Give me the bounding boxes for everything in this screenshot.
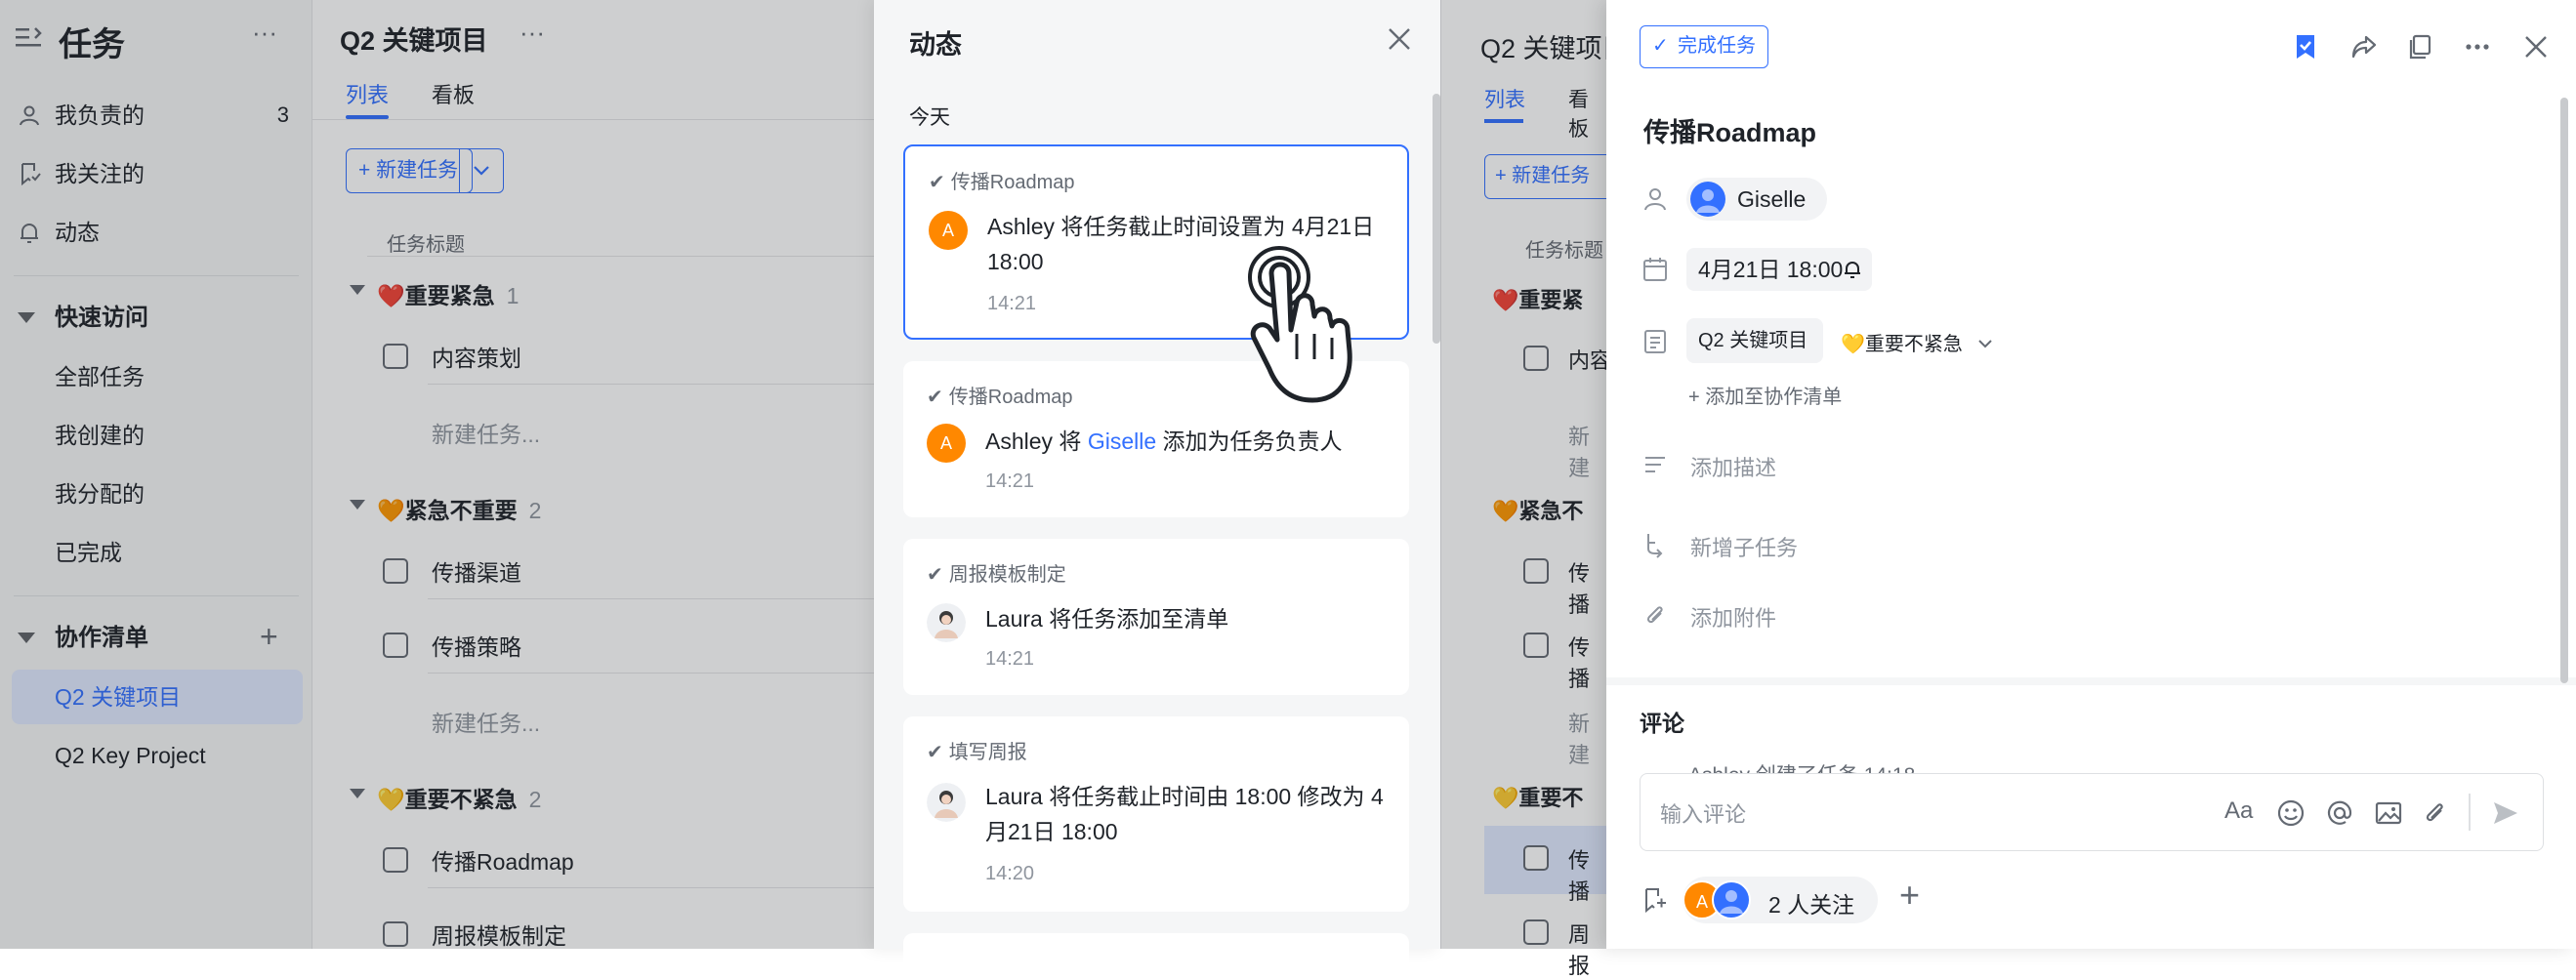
scrollbar[interactable] [1433,94,1440,344]
activity-task-name[interactable]: ✔ 周报模板制定 [927,558,1066,587]
close-icon[interactable] [2520,31,2552,62]
message-text: Ashley 将 [985,429,1088,454]
bell-icon [1845,262,1860,278]
section-dropdown[interactable]: 💛重要不紧急 [1841,328,1993,356]
followers-chip[interactable]: A 2 人关注 [1683,877,1878,923]
emoji-icon[interactable] [2275,797,2306,829]
avatar: A [927,424,966,463]
more-icon[interactable] [2462,31,2493,62]
comment-input[interactable]: 输入评论 Aa [1640,773,2544,851]
task-link: 周报模板制定 [948,564,1066,586]
subtask-icon [1647,534,1663,558]
follow-bookmark-icon[interactable] [2290,31,2321,62]
avatar [927,783,966,822]
panel-title: 动态 [909,30,962,60]
avatar [1712,880,1751,919]
list-chip[interactable]: Q2 关键项目 [1686,318,1823,363]
divider [1606,677,2576,685]
mention-icon[interactable] [2324,797,2355,829]
activity-message: Laura 将任务截止时间由 18:00 修改为 4月21日 18:00 [985,784,1384,844]
user-mention[interactable]: Giselle [1088,429,1156,454]
follower-count: 2 人关注 [1768,892,1855,918]
modal-overlay[interactable] [1440,0,1606,949]
timestamp: 14:21 [985,648,1035,670]
complete-task-button[interactable]: ✓ 完成任务 [1640,25,1768,68]
activity-task-name[interactable]: ✔ 填写周报 [927,736,1027,764]
person-icon [1644,188,1666,211]
activity-panel: 动态 今天 ✔ 传播Roadmap A Ashley 将任务截止时间设置为 4月2… [874,0,1440,972]
task-link: 传播Roadmap [950,172,1075,193]
due-date-chip[interactable]: 4月21日 18:00 [1686,248,1872,291]
check-icon: ✔ [927,387,943,408]
activity-message: Laura 将任务添加至清单 [985,606,1229,632]
divider [2469,794,2471,831]
paperclip-icon [1646,606,1663,624]
date-header: 今天 [909,106,950,129]
paperclip-icon[interactable] [2420,797,2451,829]
check-icon: ✔ [929,172,945,193]
timestamp: 14:21 [987,293,1037,314]
task-link: 传播Roadmap [948,387,1073,408]
follow-icon[interactable] [1641,886,1669,914]
add-to-list-link[interactable]: + 添加至协作清单 [1688,381,1842,409]
activity-task-name[interactable]: ✔ 传播Roadmap [927,381,1072,409]
task-title[interactable]: 传播Roadmap [1643,111,1816,149]
scrollbar[interactable] [2560,98,2568,683]
check-icon: ✔ [927,564,943,586]
avatar: A [929,211,968,250]
task-detail-panel: ✓ 完成任务 传播Roadmap Giselle 4月21日 18:00 Q2 … [1606,0,2576,949]
activity-message: Ashley 将 Giselle 添加为任务负责人 [985,424,1390,459]
button-label: 完成任务 [1678,35,1756,57]
section-name: 💛重要不紧急 [1841,334,1963,355]
hand-pointer-icon [1248,246,1352,403]
avatar [927,603,966,642]
copy-icon[interactable] [2405,31,2436,62]
send-icon[interactable] [2490,797,2521,829]
message-text: 添加为任务负责人 [1156,429,1343,454]
add-subtask[interactable]: 新增子任务 [1690,531,1798,562]
avatar [1690,182,1725,217]
add-description[interactable]: 添加描述 [1690,451,1776,482]
image-icon[interactable] [2373,797,2404,829]
task-link: 填写周报 [948,742,1027,763]
modal-overlay[interactable] [0,0,874,949]
chevron-down-icon [1978,340,1993,348]
description-icon [1645,457,1665,472]
check-icon: ✓ [1652,35,1669,57]
close-icon[interactable] [1386,25,1413,53]
activity-card[interactable]: ✔ 周报模板制定 Laura 将任务添加至清单 14:21 [903,539,1409,695]
list-icon [1644,330,1666,353]
activity-card[interactable] [903,933,1409,972]
text-format-icon[interactable]: Aa [2224,797,2256,829]
activity-task-name[interactable]: ✔ 传播Roadmap [929,166,1074,194]
comments-heading: 评论 [1640,711,1684,736]
activity-card[interactable]: ✔ 填写周报 Laura 将任务截止时间由 18:00 修改为 4月21日 18:… [903,716,1409,912]
share-icon[interactable] [2348,31,2380,62]
assignee-chip[interactable]: Giselle [1686,178,1827,221]
timestamp: 14:21 [985,470,1035,492]
timestamp: 14:20 [985,863,1035,884]
add-follower-icon[interactable]: + [1899,875,1920,916]
add-attachment[interactable]: 添加附件 [1690,601,1776,633]
due-date: 4月21日 18:00 [1698,257,1844,282]
assignee-name: Giselle [1737,186,1807,212]
check-icon: ✔ [927,742,943,763]
list-name: Q2 关键项目 [1698,330,1808,351]
comment-placeholder: 输入评论 [1660,802,1747,827]
calendar-icon [1643,258,1667,281]
